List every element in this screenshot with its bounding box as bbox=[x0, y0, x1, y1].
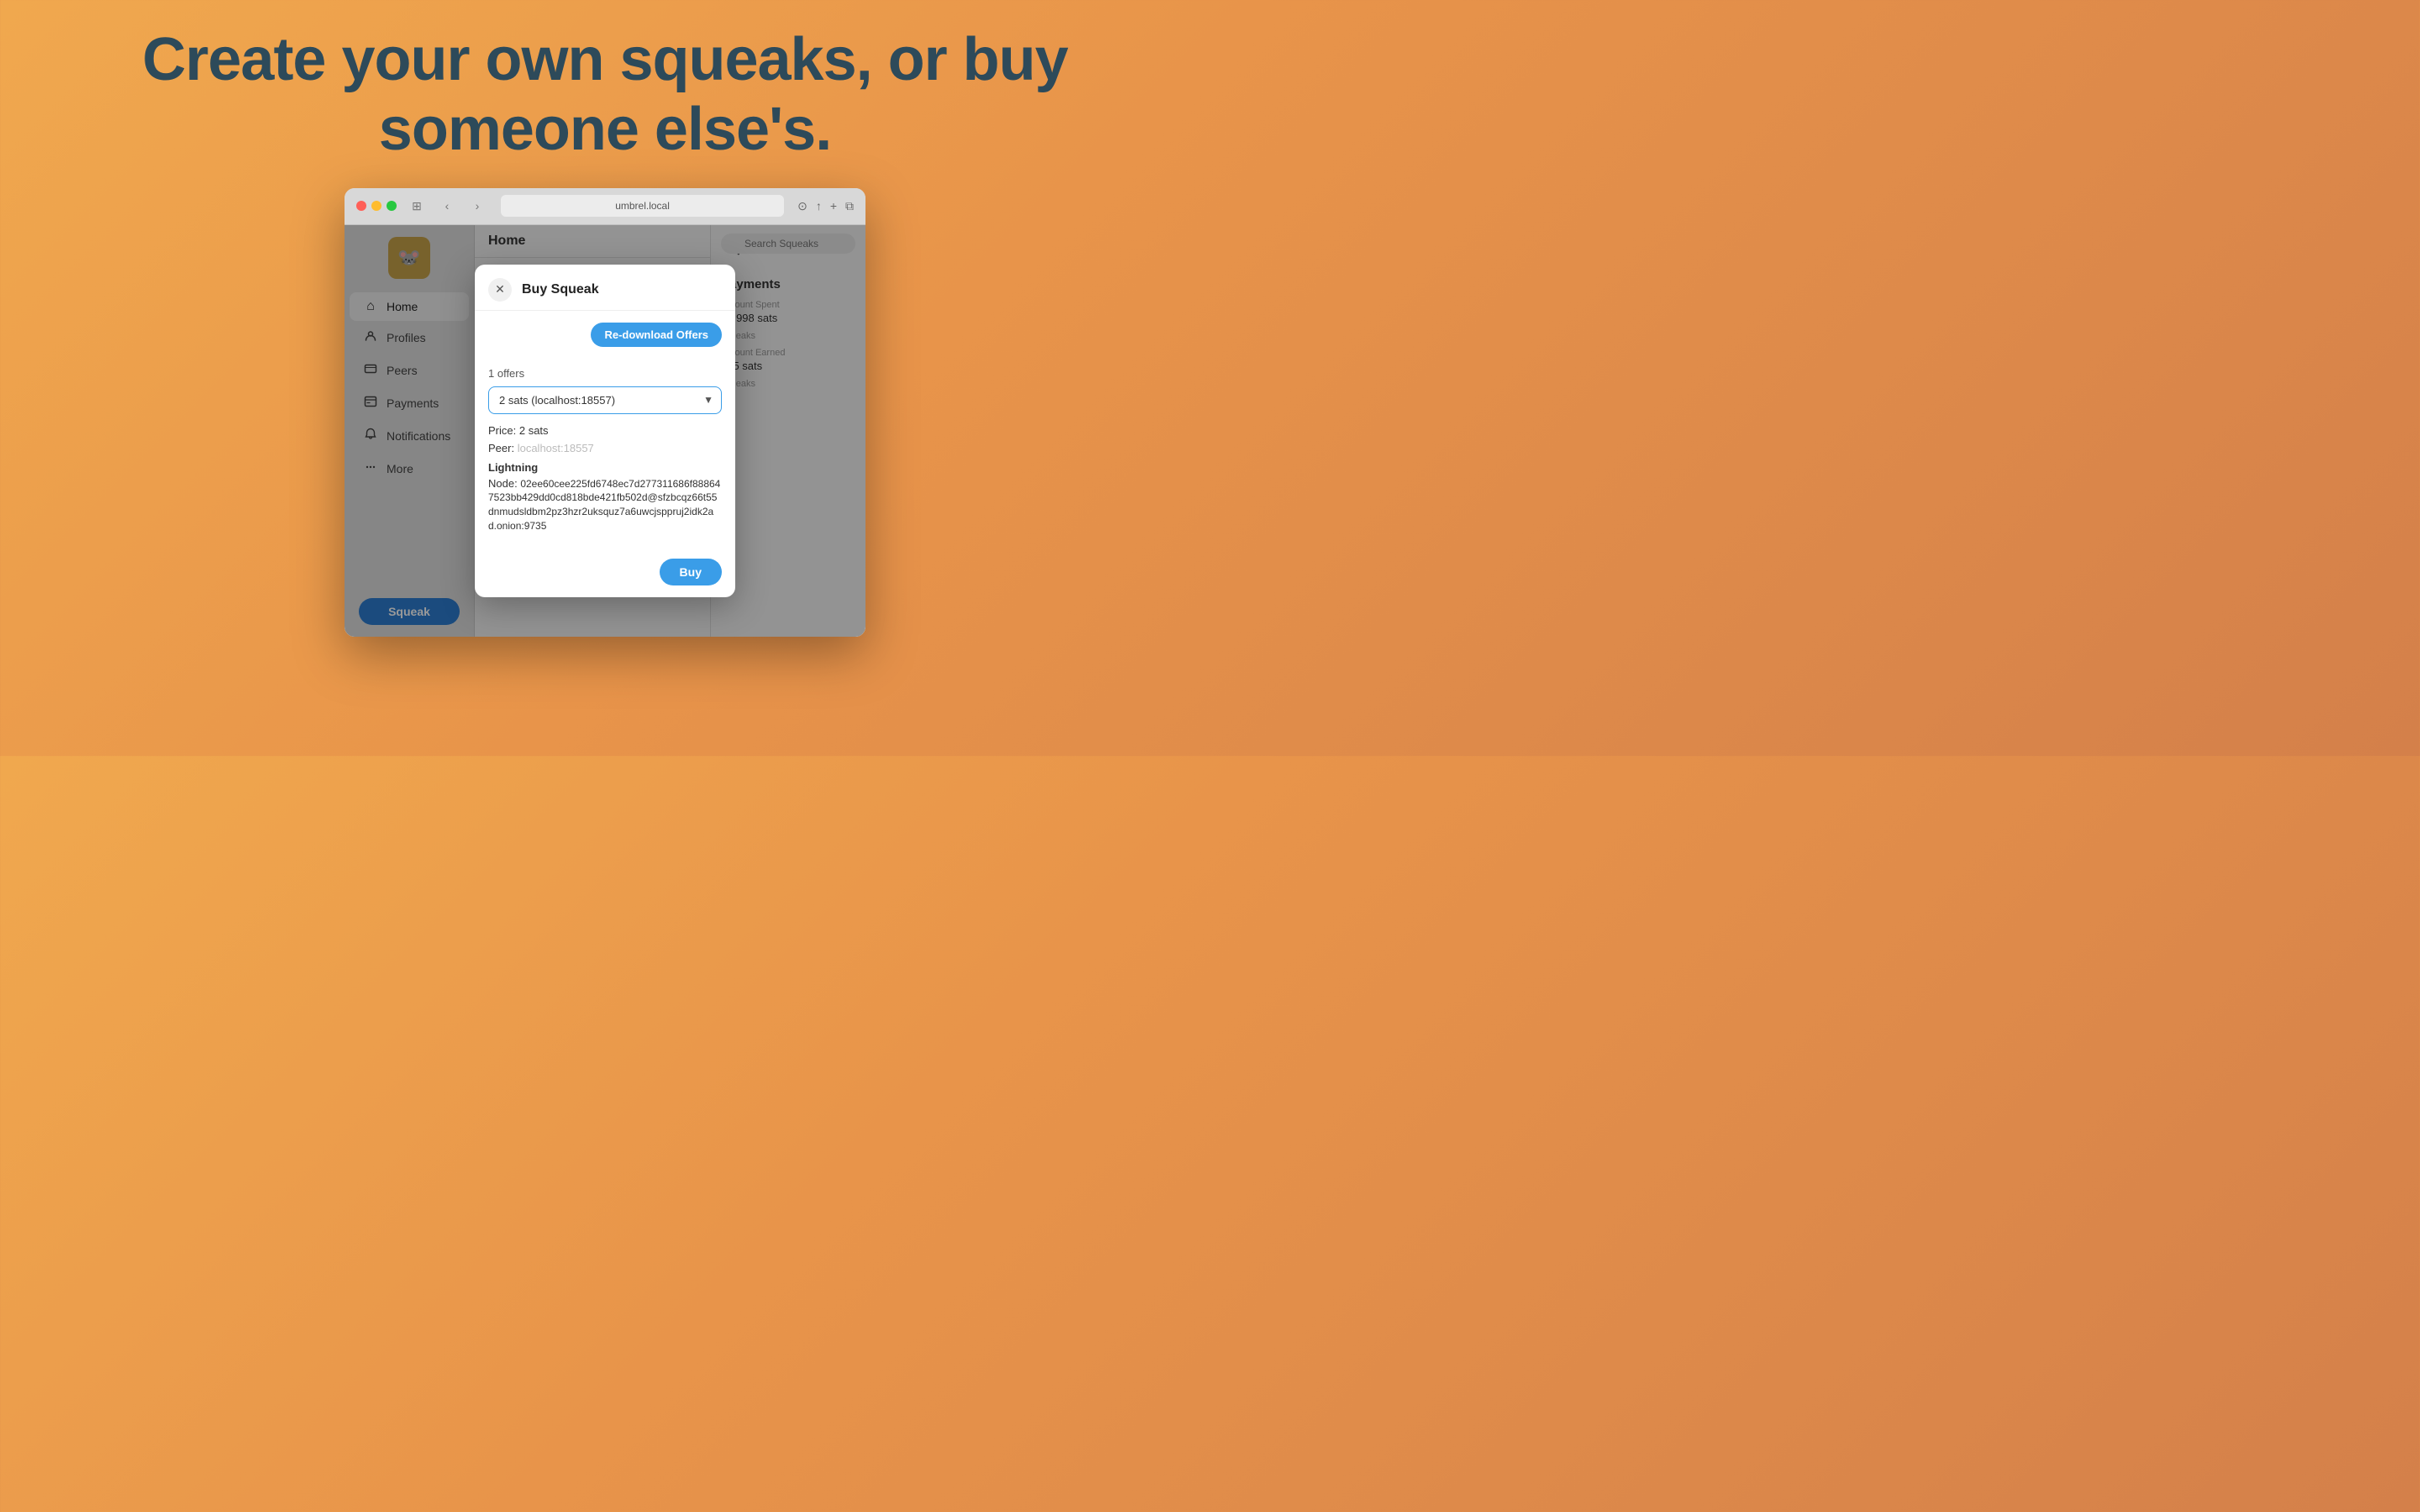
offers-label: 1 offers bbox=[488, 364, 722, 380]
modal-close-button[interactable]: ✕ bbox=[488, 278, 512, 302]
lightning-title: Lightning bbox=[488, 461, 722, 474]
hero-line1: Create your own squeaks, or buy bbox=[142, 26, 1067, 93]
price-row: Price: 2 sats bbox=[488, 424, 722, 437]
hero-line2: someone else's. bbox=[379, 96, 831, 163]
close-button[interactable] bbox=[356, 201, 366, 211]
fullscreen-button[interactable] bbox=[387, 201, 397, 211]
back-icon[interactable]: ‹ bbox=[437, 196, 457, 216]
peer-row: Peer: localhost:18557 bbox=[488, 442, 722, 454]
modal-header: ✕ Buy Squeak bbox=[475, 265, 735, 311]
share-icon[interactable]: ↑ bbox=[816, 199, 822, 213]
modal-title: Buy Squeak bbox=[522, 282, 599, 297]
tabs-icon[interactable]: ⧉ bbox=[845, 199, 854, 213]
offer-select[interactable]: 2 sats (localhost:18557) bbox=[488, 386, 722, 414]
new-tab-icon[interactable]: + bbox=[830, 199, 837, 213]
browser-right-actions: ⊙ ↑ + ⧉ bbox=[797, 199, 854, 213]
buy-squeak-modal: ✕ Buy Squeak Re-download Offers 1 offers… bbox=[475, 265, 735, 597]
modal-body: Re-download Offers 1 offers 2 sats (loca… bbox=[475, 311, 735, 550]
download-icon[interactable]: ⊙ bbox=[797, 199, 808, 213]
price-value: 2 sats bbox=[519, 424, 549, 437]
minimize-button[interactable] bbox=[371, 201, 381, 211]
offer-select-wrap: 2 sats (localhost:18557) ▼ bbox=[488, 386, 722, 414]
url-bar[interactable]: umbrel.local bbox=[501, 195, 784, 217]
price-label: Price: bbox=[488, 424, 516, 437]
peer-value: localhost:18557 bbox=[518, 442, 594, 454]
browser-chrome: ⊞ ‹ › umbrel.local ⊙ ↑ + ⧉ bbox=[345, 188, 865, 225]
modal-footer: Buy bbox=[475, 550, 735, 597]
peer-label: Peer: bbox=[488, 442, 514, 454]
app-content: 🐭 ⌂ Home Profiles bbox=[345, 225, 865, 637]
redownload-offers-button[interactable]: Re-download Offers bbox=[591, 323, 722, 347]
browser-window: ⊞ ‹ › umbrel.local ⊙ ↑ + ⧉ 🐭 ⌂ Home bbox=[345, 188, 865, 637]
buy-button[interactable]: Buy bbox=[660, 559, 722, 585]
modal-overlay[interactable]: ✕ Buy Squeak Re-download Offers 1 offers… bbox=[345, 225, 865, 637]
url-text: umbrel.local bbox=[615, 200, 670, 212]
hero-section: Create your own squeaks, or buy someone … bbox=[142, 25, 1067, 165]
sidebar-toggle-icon[interactable]: ⊞ bbox=[407, 196, 427, 216]
node-value: 02ee60cee225fd6748ec7d277311686f88864752… bbox=[488, 478, 720, 532]
node-label: Node: bbox=[488, 477, 518, 490]
forward-icon[interactable]: › bbox=[467, 196, 487, 216]
node-row: Node: 02ee60cee225fd6748ec7d277311686f88… bbox=[488, 477, 722, 533]
lightning-section: Lightning Node: 02ee60cee225fd6748ec7d27… bbox=[488, 461, 722, 533]
traffic-lights bbox=[356, 201, 397, 211]
